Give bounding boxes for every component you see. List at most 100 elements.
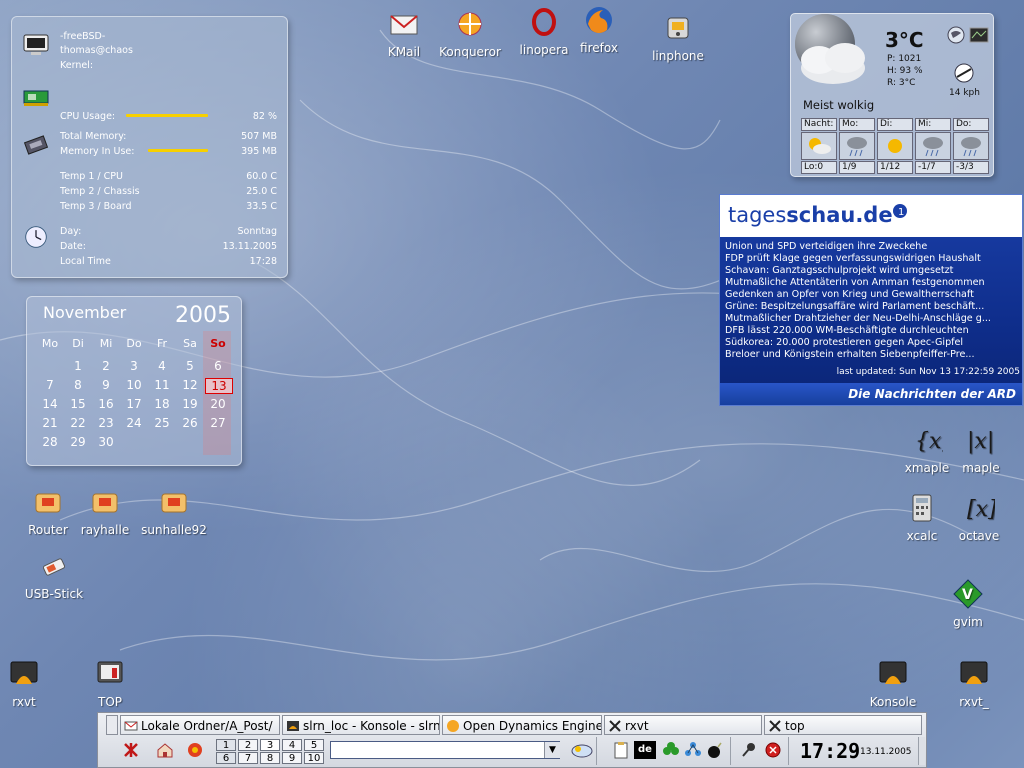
pager-desktop[interactable]: 8: [260, 752, 280, 764]
calendar-day[interactable]: 17: [121, 397, 147, 411]
desktop-icon-sunhalle92[interactable]: sunhalle92: [138, 486, 210, 537]
calendar-day[interactable]: 29: [65, 435, 91, 449]
tagesschau-footer: Die Nachrichten der ARD: [848, 387, 1016, 401]
calendar-day[interactable]: 5: [177, 359, 203, 373]
calendar-day[interactable]: 18: [149, 397, 175, 411]
task-kmail[interactable]: Lokale Ordner/A_Post/: [120, 715, 280, 735]
calendar-day[interactable]: 24: [121, 416, 147, 430]
calendar-day[interactable]: 11: [149, 378, 175, 392]
calendar-day[interactable]: 6: [205, 359, 231, 373]
weather-applet-icon[interactable]: [570, 741, 594, 759]
clock-time[interactable]: 17:29: [800, 739, 860, 763]
news-item[interactable]: Mutmaßlicher Drahtzieher der Neu-Delhi-A…: [725, 313, 991, 324]
task-rxvt[interactable]: rxvt: [604, 715, 762, 735]
calendar-day[interactable]: 8: [65, 378, 91, 392]
news-item[interactable]: Grüne: Bespitzelungsaffäre wird Parlamen…: [725, 301, 984, 312]
calendar-day[interactable]: 10: [121, 378, 147, 392]
konqueror-launcher-icon[interactable]: [186, 741, 204, 759]
calendar-day[interactable]: 9: [93, 378, 119, 392]
desktop-icon-firefox[interactable]: firefox: [576, 4, 622, 55]
news-item[interactable]: Südkorea: 20.000 protestieren gegen Apec…: [725, 337, 963, 348]
chevron-down-icon[interactable]: ▼: [544, 742, 560, 758]
pager-desktop[interactable]: 9: [282, 752, 302, 764]
pager-desktop[interactable]: 1: [216, 739, 236, 751]
news-item[interactable]: Schavan: Ganztagsschulprojekt wird umges…: [725, 265, 953, 276]
task-top[interactable]: top: [764, 715, 922, 735]
task-label: top: [785, 719, 805, 733]
opera-icon: [532, 8, 556, 36]
desktop-icon-rxvt-left[interactable]: rxvt: [4, 658, 44, 709]
map-icon[interactable]: [969, 26, 989, 44]
task-ode[interactable]: Open Dynamics Engine: [442, 715, 602, 735]
globe-icon[interactable]: [947, 26, 965, 44]
desktop-icon-router[interactable]: Router: [24, 486, 72, 537]
calendar-day[interactable]: 30: [93, 435, 119, 449]
pager-desktop[interactable]: 3: [260, 739, 280, 751]
taskbar-handle[interactable]: [106, 715, 118, 735]
desktop-icon-maple[interactable]: |x| maple: [958, 424, 1004, 475]
svg-text:1: 1: [898, 207, 904, 218]
calendar-day[interactable]: 28: [37, 435, 63, 449]
calendar-day[interactable]: 2: [93, 359, 119, 373]
calendar-day[interactable]: 22: [65, 416, 91, 430]
cloudy-night-icon: [795, 14, 865, 84]
desktop-icon-xcalc[interactable]: xcalc: [902, 492, 942, 543]
clover-icon[interactable]: [662, 741, 680, 759]
calendar-day[interactable]: 13: [205, 378, 233, 394]
calendar-day[interactable]: 25: [149, 416, 175, 430]
calendar-day[interactable]: 14: [37, 397, 63, 411]
pager-desktop[interactable]: 10: [304, 752, 324, 764]
calendar-day[interactable]: 4: [149, 359, 175, 373]
news-item[interactable]: Gedenken an Opfer von Krieg und Gewalthe…: [725, 289, 974, 300]
tagesschau-news-widget[interactable]: tagesschau.de 1 Union und SPD verteidige…: [719, 194, 1023, 406]
desktop-icon-linphone[interactable]: linphone: [648, 12, 708, 63]
pager-desktop[interactable]: 4: [282, 739, 302, 751]
clock-date[interactable]: 13.11.2005: [860, 747, 912, 757]
calculator-icon: [912, 494, 932, 522]
desktop-icon-rayhalle[interactable]: rayhalle: [78, 486, 132, 537]
pager-desktop[interactable]: 5: [304, 739, 324, 751]
desktop-icon-octave[interactable]: [x] octave: [956, 492, 1002, 543]
desktop-icon-usb-stick[interactable]: USB-Stick: [20, 550, 88, 601]
desktop-icon-xmaple[interactable]: {x} xmaple: [904, 424, 956, 475]
panel-hide-button[interactable]: [918, 737, 925, 765]
calendar-day[interactable]: 12: [177, 378, 203, 392]
calendar-day[interactable]: 27: [205, 416, 231, 430]
pin-icon[interactable]: [740, 741, 758, 759]
desktop-icon-konqueror[interactable]: Konqueror: [436, 8, 504, 59]
pager-desktop[interactable]: 2: [238, 739, 258, 751]
pager-desktop[interactable]: 7: [238, 752, 258, 764]
keyboard-layout-indicator[interactable]: de: [634, 741, 656, 759]
calendar-day[interactable]: 20: [205, 397, 231, 411]
clipboard-icon[interactable]: [612, 741, 630, 759]
calendar-day[interactable]: 1: [65, 359, 91, 373]
calendar-day[interactable]: 16: [93, 397, 119, 411]
calendar-day[interactable]: 19: [177, 397, 203, 411]
network-icon[interactable]: [684, 741, 702, 759]
calendar-day[interactable]: 15: [65, 397, 91, 411]
desktop-icon-rxvt-right[interactable]: rxvt_: [952, 658, 996, 709]
shutdown-icon[interactable]: [764, 741, 782, 759]
kde-menu-icon[interactable]: [122, 741, 140, 759]
command-input[interactable]: [330, 741, 560, 759]
bomb-icon[interactable]: [706, 741, 724, 759]
news-item[interactable]: Mutmaßliche Attentäterin von Amman festg…: [725, 277, 985, 288]
calendar-day[interactable]: 23: [93, 416, 119, 430]
calendar-day[interactable]: 21: [37, 416, 63, 430]
calendar-day[interactable]: 7: [37, 378, 63, 392]
weekday-header: Fr: [156, 337, 168, 350]
desktop-icon-kmail[interactable]: KMail: [382, 8, 426, 59]
home-icon[interactable]: [156, 741, 174, 759]
task-konsole-slrn[interactable]: slrn_loc - Konsole - slrn: [282, 715, 440, 735]
calendar-day[interactable]: 26: [177, 416, 203, 430]
pager-desktop[interactable]: 6: [216, 752, 236, 764]
desktop-icon-top[interactable]: TOP: [90, 658, 130, 709]
desktop-icon-konsole[interactable]: Konsole: [866, 658, 920, 709]
desktop-icon-linopera[interactable]: linopera: [516, 6, 572, 57]
news-item[interactable]: DFB lässt 220.000 WM-Beschäftigte durchl…: [725, 325, 969, 336]
news-item[interactable]: FDP prüft Klage gegen verfassungswidrige…: [725, 253, 981, 264]
news-item[interactable]: Union und SPD verteidigen ihre Zweckehe: [725, 241, 927, 252]
desktop-icon-gvim[interactable]: V gvim: [948, 578, 988, 629]
calendar-day[interactable]: 3: [121, 359, 147, 373]
news-item[interactable]: Breloer und Königstein erhalten Siebenpf…: [725, 349, 975, 360]
